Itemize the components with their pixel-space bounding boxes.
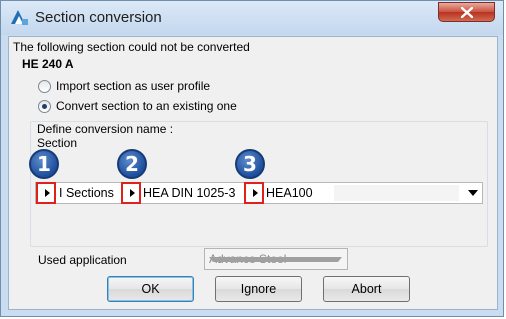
convert-existing-radio[interactable]: [38, 99, 51, 113]
advance-steel-logo-icon: [11, 10, 28, 25]
section-name: HE 240 A: [22, 57, 74, 71]
section-label: Section: [37, 136, 78, 150]
ignore-button[interactable]: Ignore: [215, 276, 302, 302]
convert-existing-option[interactable]: Convert section to an existing one: [38, 99, 237, 113]
expand-arrow-1[interactable]: [40, 184, 54, 202]
expand-arrow-2[interactable]: [125, 184, 139, 202]
dialog-body: The following section could not be conve…: [8, 36, 498, 310]
import-user-profile-radio[interactable]: [38, 79, 51, 93]
expand-arrow-3[interactable]: [248, 184, 262, 202]
used-application-label: Used application: [38, 253, 127, 267]
step-marker-2: 2: [117, 149, 147, 179]
used-application-select[interactable]: Advance Steel: [204, 248, 348, 270]
chevron-down-icon: [209, 257, 342, 262]
conversion-name-label: Define conversion name :: [37, 122, 174, 136]
window-title: Section conversion: [35, 9, 162, 26]
abort-button[interactable]: Abort: [323, 276, 410, 302]
close-icon: [461, 7, 473, 18]
import-user-profile-option[interactable]: Import section as user profile: [38, 79, 210, 93]
message-text: The following section could not be conve…: [13, 40, 250, 54]
ok-button[interactable]: OK: [107, 276, 194, 302]
section-family[interactable]: I Sections: [59, 186, 114, 200]
section-profile[interactable]: HEA100: [266, 186, 313, 200]
close-button[interactable]: [438, 2, 495, 22]
section-conversion-dialog: Section conversion The following section…: [0, 0, 504, 317]
profile-blank-area: [334, 185, 459, 201]
dropdown-arrow-icon[interactable]: [468, 190, 478, 196]
section-standard[interactable]: HEA DIN 1025-3: [143, 186, 235, 200]
convert-existing-label: Convert section to an existing one: [56, 99, 237, 113]
title-bar[interactable]: Section conversion: [1, 1, 503, 35]
step-marker-3: 3: [235, 149, 265, 179]
step-marker-1: 1: [29, 149, 59, 179]
section-path-selector[interactable]: I Sections HEA DIN 1025-3 HEA100: [35, 182, 483, 204]
import-user-profile-label: Import section as user profile: [56, 79, 211, 93]
